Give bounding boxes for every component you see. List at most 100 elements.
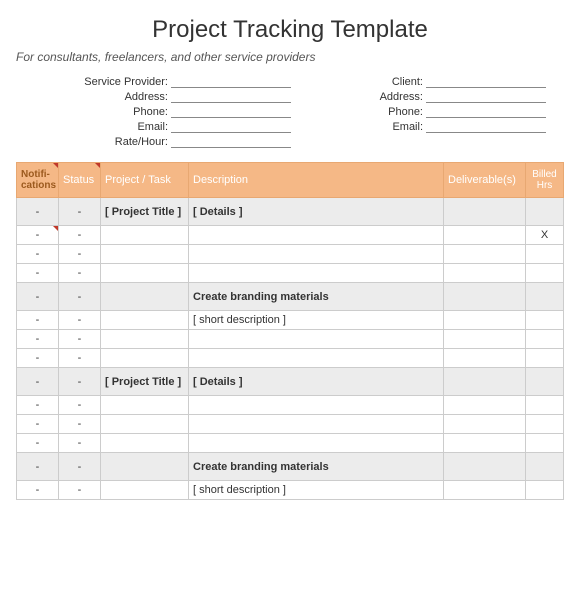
cell-notif[interactable]: - — [17, 453, 59, 481]
info-input-line[interactable] — [426, 119, 546, 133]
cell-status[interactable]: - — [59, 396, 101, 415]
cell-deliverables[interactable] — [444, 434, 526, 453]
cell-deliverables[interactable] — [444, 198, 526, 226]
cell-status[interactable]: - — [59, 330, 101, 349]
cell-notif[interactable]: - — [17, 481, 59, 500]
cell-notif[interactable]: - — [17, 198, 59, 226]
cell-deliverables[interactable] — [444, 245, 526, 264]
cell-description[interactable]: [ Details ] — [189, 368, 444, 396]
cell-billed[interactable]: X — [526, 226, 564, 245]
cell-status[interactable]: - — [59, 311, 101, 330]
cell-project[interactable] — [101, 330, 189, 349]
cell-status[interactable]: - — [59, 245, 101, 264]
cell-billed[interactable] — [526, 245, 564, 264]
cell-status[interactable]: - — [59, 481, 101, 500]
cell-billed[interactable] — [526, 330, 564, 349]
cell-description[interactable]: [ short description ] — [189, 311, 444, 330]
cell-description[interactable] — [189, 264, 444, 283]
info-input-line[interactable] — [171, 119, 291, 133]
cell-project[interactable]: [ Project Title ] — [101, 198, 189, 226]
cell-description[interactable] — [189, 396, 444, 415]
cell-deliverables[interactable] — [444, 311, 526, 330]
cell-deliverables[interactable] — [444, 330, 526, 349]
cell-deliverables[interactable] — [444, 283, 526, 311]
cell-billed[interactable] — [526, 453, 564, 481]
cell-deliverables[interactable] — [444, 415, 526, 434]
cell-billed[interactable] — [526, 349, 564, 368]
info-row: Address: — [331, 89, 546, 103]
cell-project[interactable] — [101, 481, 189, 500]
cell-project[interactable] — [101, 453, 189, 481]
cell-deliverables[interactable] — [444, 453, 526, 481]
cell-notif[interactable]: - — [17, 368, 59, 396]
cell-billed[interactable] — [526, 434, 564, 453]
cell-status[interactable]: - — [59, 283, 101, 311]
cell-status[interactable]: - — [59, 198, 101, 226]
cell-status[interactable]: - — [59, 264, 101, 283]
cell-project[interactable] — [101, 415, 189, 434]
cell-billed[interactable] — [526, 481, 564, 500]
cell-status[interactable]: - — [59, 226, 101, 245]
cell-billed[interactable] — [526, 198, 564, 226]
info-input-line[interactable] — [171, 74, 291, 88]
info-input-line[interactable] — [171, 89, 291, 103]
cell-description[interactable]: [ short description ] — [189, 481, 444, 500]
cell-notif[interactable]: - — [17, 415, 59, 434]
cell-project[interactable] — [101, 226, 189, 245]
cell-notif[interactable]: - — [17, 283, 59, 311]
cell-project[interactable] — [101, 396, 189, 415]
cell-billed[interactable] — [526, 368, 564, 396]
table-row: -- — [17, 434, 564, 453]
info-input-line[interactable] — [171, 134, 291, 148]
cell-notif[interactable]: - — [17, 349, 59, 368]
cell-project[interactable] — [101, 311, 189, 330]
cell-project[interactable] — [101, 264, 189, 283]
cell-description[interactable] — [189, 415, 444, 434]
cell-description[interactable] — [189, 349, 444, 368]
cell-description[interactable]: Create branding materials — [189, 453, 444, 481]
table-row: -- Create branding materials — [17, 283, 564, 311]
cell-status[interactable]: - — [59, 415, 101, 434]
cell-project[interactable] — [101, 283, 189, 311]
cell-deliverables[interactable] — [444, 349, 526, 368]
cell-status[interactable]: - — [59, 453, 101, 481]
cell-description[interactable] — [189, 226, 444, 245]
cell-deliverables[interactable] — [444, 264, 526, 283]
info-input-line[interactable] — [171, 104, 291, 118]
cell-notif[interactable]: - — [17, 245, 59, 264]
cell-status[interactable]: - — [59, 368, 101, 396]
info-input-line[interactable] — [426, 74, 546, 88]
cell-notif[interactable]: - — [17, 396, 59, 415]
cell-notif[interactable]: - — [17, 311, 59, 330]
cell-description[interactable] — [189, 330, 444, 349]
table-row: -- — [17, 415, 564, 434]
info-row: Email: — [76, 119, 291, 133]
cell-project[interactable] — [101, 349, 189, 368]
cell-billed[interactable] — [526, 415, 564, 434]
cell-project[interactable]: [ Project Title ] — [101, 368, 189, 396]
cell-notif[interactable]: - — [17, 264, 59, 283]
info-label: Email: — [76, 121, 171, 133]
cell-billed[interactable] — [526, 283, 564, 311]
cell-deliverables[interactable] — [444, 368, 526, 396]
cell-description[interactable] — [189, 245, 444, 264]
cell-project[interactable] — [101, 434, 189, 453]
cell-description[interactable]: Create branding materials — [189, 283, 444, 311]
cell-deliverables[interactable] — [444, 226, 526, 245]
cell-status[interactable]: - — [59, 349, 101, 368]
info-row: Phone: — [76, 104, 291, 118]
cell-description[interactable]: [ Details ] — [189, 198, 444, 226]
cell-status[interactable]: - — [59, 434, 101, 453]
cell-project[interactable] — [101, 245, 189, 264]
cell-deliverables[interactable] — [444, 396, 526, 415]
cell-notif[interactable]: - — [17, 330, 59, 349]
cell-billed[interactable] — [526, 396, 564, 415]
info-input-line[interactable] — [426, 89, 546, 103]
cell-billed[interactable] — [526, 311, 564, 330]
cell-notif[interactable]: - — [17, 434, 59, 453]
cell-deliverables[interactable] — [444, 481, 526, 500]
cell-description[interactable] — [189, 434, 444, 453]
cell-billed[interactable] — [526, 264, 564, 283]
info-input-line[interactable] — [426, 104, 546, 118]
cell-notif[interactable]: - — [17, 226, 59, 245]
